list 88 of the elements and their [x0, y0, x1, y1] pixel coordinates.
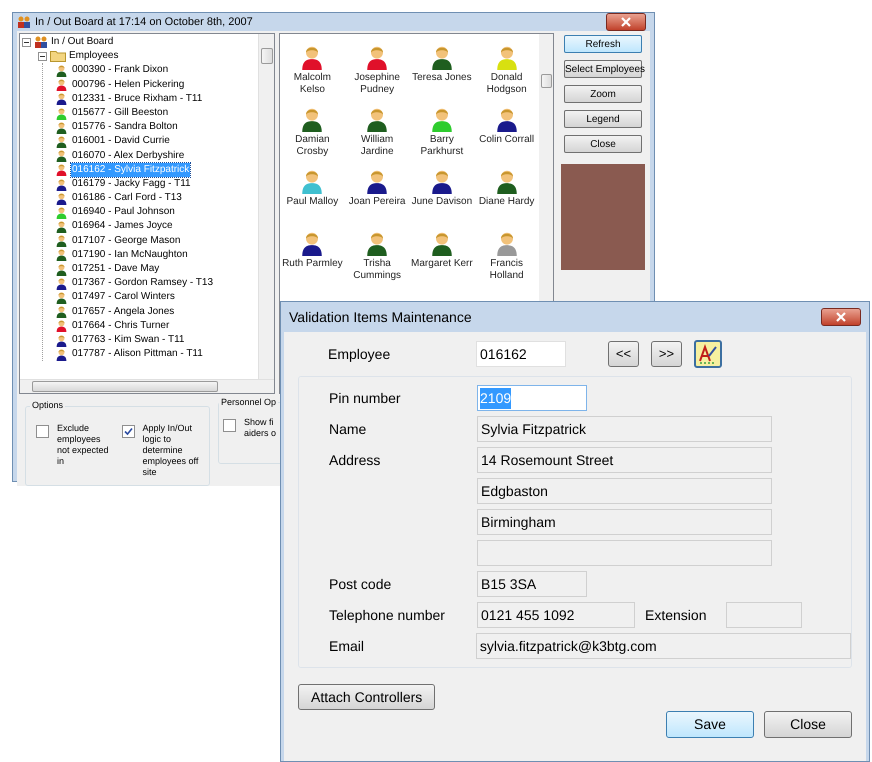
vertical-scrollbar[interactable] [258, 34, 274, 379]
person-name[interactable]: Margaret Kerr [410, 258, 473, 270]
person-name[interactable]: Colin Corrall [476, 134, 538, 146]
nav-button[interactable]: >> [651, 341, 682, 367]
text-edit-icon [698, 344, 718, 364]
tree-item[interactable]: 016070 - Alex Derbyshire [71, 148, 186, 163]
tree-item[interactable]: 016179 - Jacky Fagg - T11 [71, 176, 192, 192]
field-label: Address [329, 450, 380, 470]
tree-item[interactable]: 015776 - Sandra Bolton [71, 120, 179, 134]
tree-item[interactable]: 017657 - Angela Jones [71, 304, 176, 319]
field-label: Pin number [329, 388, 401, 408]
tree-item[interactable]: 017664 - Chris Turner [71, 318, 170, 333]
group-title: Options [30, 399, 66, 412]
field-label: Name [329, 420, 366, 438]
person-name[interactable]: Ruth Parmley [281, 258, 344, 270]
collapse-icon[interactable] [38, 52, 47, 61]
person-name[interactable]: Trisha Cummings [346, 258, 408, 282]
dialog-button[interactable]: Save [666, 711, 754, 738]
extension-field[interactable] [726, 602, 802, 628]
field-label: Post code [329, 574, 392, 594]
collapse-icon[interactable] [22, 38, 31, 47]
person-name[interactable]: Francis Holland [476, 258, 538, 282]
person-name[interactable]: Joan Pereira [346, 196, 408, 208]
tree-item[interactable]: In / Out Board [51, 35, 114, 50]
person-name[interactable]: Barry Parkhurst [410, 134, 473, 158]
person-name[interactable]: William Jardine [346, 134, 408, 158]
people-icon [17, 16, 31, 28]
nav-button[interactable]: << [608, 341, 639, 367]
field-label: Employee [328, 344, 392, 364]
person-name[interactable]: June Davison [410, 196, 473, 208]
tree-item[interactable]: 015677 - Gill Beeston [71, 106, 170, 120]
tree-item[interactable]: 017497 - Carol Winters [71, 290, 176, 305]
employee-field[interactable]: 016162 [476, 341, 566, 367]
board-button[interactable]: Close [564, 135, 642, 153]
tree-item[interactable]: 012331 - Bruce Rixham - T11 [71, 92, 204, 106]
checkbox[interactable] [223, 419, 236, 432]
text-field[interactable]: Birmingham [477, 509, 772, 535]
checkbox-label[interactable]: Exclude employees not expected in [57, 423, 114, 485]
tree-item[interactable]: 016964 - James Joyce [71, 219, 174, 234]
tree-item[interactable]: 017190 - Ian McNaughton [71, 248, 189, 262]
field-label: Email [329, 636, 364, 656]
tree-item[interactable]: 000390 - Frank Dixon [71, 63, 170, 78]
tree-item[interactable]: Employees [69, 49, 118, 64]
people-icon [34, 36, 48, 48]
person-name[interactable]: Diane Hardy [476, 196, 538, 208]
tree-item[interactable]: 017763 - Kim Swan - T11 [71, 332, 186, 348]
tree-item[interactable]: 017107 - George Mason [71, 234, 182, 248]
window-title: In / Out Board at 17:14 on October 8th, 2007 [35, 14, 254, 30]
text-field[interactable]: 14 Rosemount Street [477, 447, 772, 473]
text-field[interactable] [477, 540, 772, 566]
board-button[interactable]: Zoom [564, 85, 642, 103]
person-name[interactable]: Teresa Jones [410, 72, 473, 84]
horizontal-scrollbar[interactable] [20, 379, 274, 393]
checkbox[interactable] [122, 425, 134, 438]
attach-controllers-button[interactable]: Attach Controllers [298, 684, 436, 710]
dialog-title: Validation Items Maintenance [289, 308, 473, 326]
close-icon [836, 312, 846, 322]
tree-item[interactable]: 017787 - Alison Pittman - T11 [71, 347, 204, 362]
tree-item[interactable]: 017367 - Gordon Ramsey - T13 [71, 276, 214, 290]
close-icon [621, 17, 631, 27]
field-label: Extension [645, 606, 706, 624]
person-name[interactable]: Donald Hodgson [476, 72, 538, 96]
person-name[interactable]: Paul Malloy [281, 196, 344, 208]
tree-item[interactable]: 016186 - Carl Ford - T13 [71, 191, 183, 206]
dialog-button[interactable]: Close [764, 711, 852, 738]
person-name[interactable]: Damian Crosby [281, 134, 344, 158]
text-field[interactable]: Edgbaston [477, 478, 772, 504]
tree-item[interactable]: 016940 - Paul Johnson [71, 205, 176, 220]
board-button[interactable]: Refresh [564, 35, 642, 53]
checkbox-label[interactable]: Apply In/Out logic to determine employees off site [142, 423, 199, 485]
person-name[interactable]: Josephine Pudney [346, 72, 408, 96]
spellcheck-button[interactable] [694, 340, 722, 368]
person-name[interactable]: Malcolm Kelso [281, 72, 344, 96]
text-field[interactable]: Sylvia Fitzpatrick [477, 416, 772, 442]
board-button[interactable]: Legend [564, 110, 642, 128]
tree-item[interactable]: 016001 - David Currie [71, 134, 171, 149]
text-field[interactable]: B15 3SA [477, 571, 587, 597]
checkbox-label[interactable]: Show fi aiders o [244, 417, 280, 463]
close-button[interactable] [606, 13, 646, 31]
tree-item[interactable]: 000796 - Helen Pickering [71, 78, 186, 92]
text-field[interactable]: sylvia.fitzpatrick@k3btg.com [476, 633, 851, 659]
field-label: Telephone number [329, 606, 445, 625]
checkbox[interactable] [36, 425, 49, 438]
telephone-field[interactable]: 0121 455 1092 [477, 602, 635, 628]
group-title: Personnel Op [219, 396, 278, 410]
folder-icon [50, 50, 66, 62]
close-button[interactable] [821, 308, 861, 326]
tree-item[interactable]: 017251 - Dave May [71, 262, 160, 276]
